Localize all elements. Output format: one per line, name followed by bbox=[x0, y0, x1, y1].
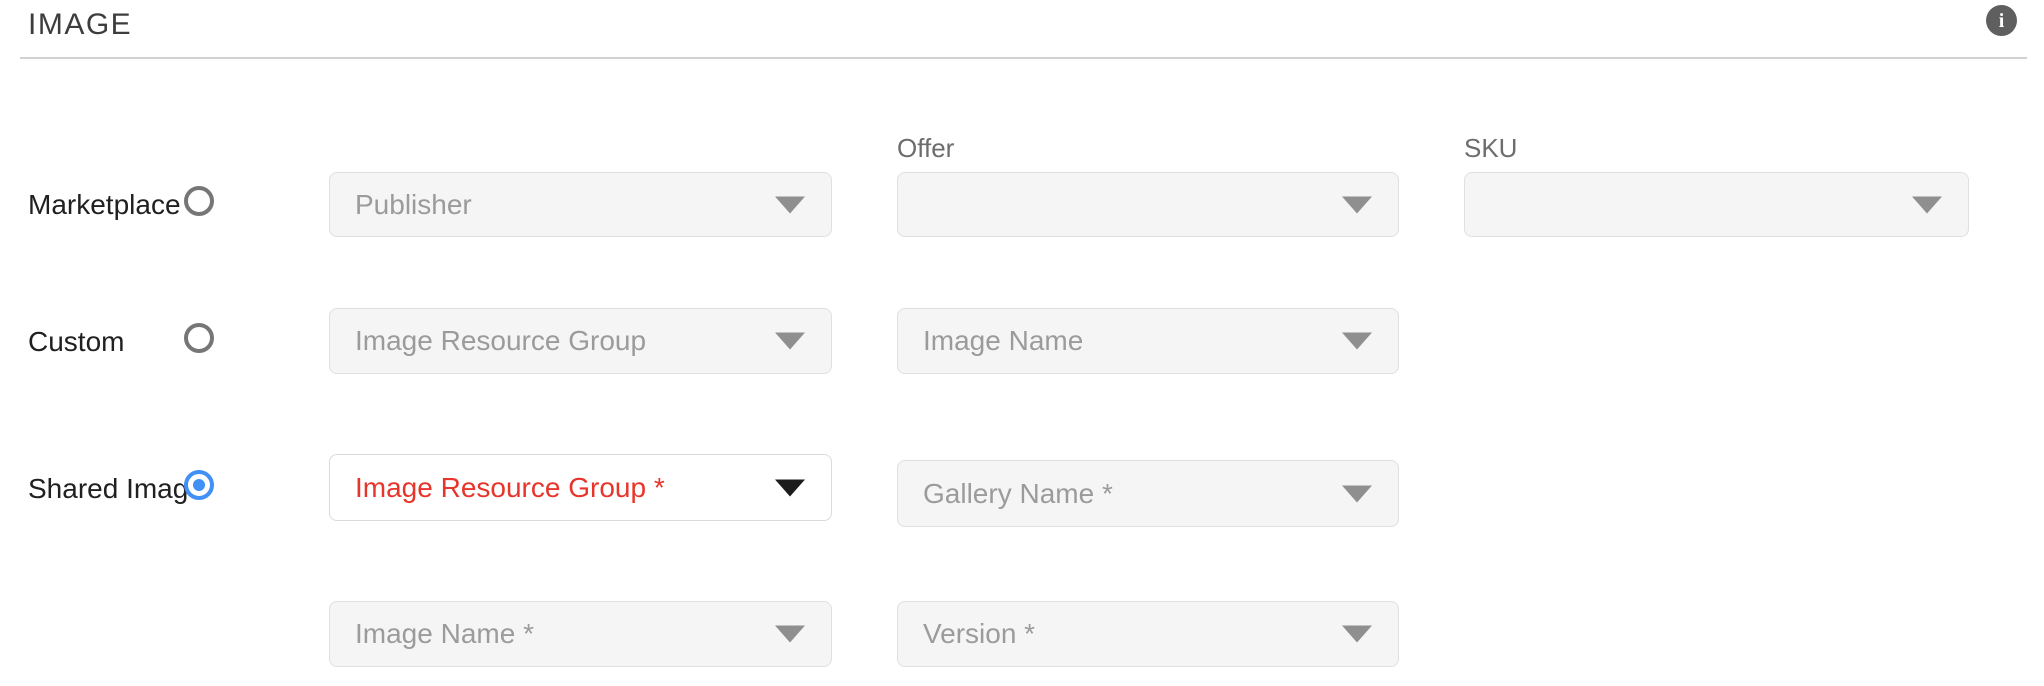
shared-image-resource-group-dropdown[interactable]: Image Resource Group * bbox=[329, 454, 832, 521]
offer-label: Offer bbox=[897, 133, 954, 163]
gallery-name-dropdown[interactable]: Gallery Name * bbox=[897, 460, 1399, 527]
custom-image-resource-group-dropdown[interactable]: Image Resource Group bbox=[329, 308, 832, 374]
version-placeholder: Version * bbox=[923, 618, 1035, 650]
info-icon-glyph: i bbox=[1999, 11, 2005, 31]
shared-image-radio-label: Shared Image bbox=[28, 474, 204, 504]
chevron-down-icon bbox=[1342, 485, 1372, 502]
chevron-down-icon bbox=[775, 479, 805, 496]
chevron-down-icon bbox=[775, 333, 805, 350]
version-dropdown[interactable]: Version * bbox=[897, 601, 1399, 667]
chevron-down-icon bbox=[775, 626, 805, 643]
page-title: IMAGE bbox=[28, 8, 132, 42]
sku-label: SKU bbox=[1464, 133, 1517, 163]
marketplace-radio[interactable] bbox=[184, 186, 214, 216]
image-section-panel: IMAGE i Marketplace Publisher Offer SKU … bbox=[0, 0, 2044, 686]
chevron-down-icon bbox=[775, 196, 805, 213]
shared-image-radio[interactable] bbox=[184, 470, 214, 500]
publisher-dropdown[interactable]: Publisher bbox=[329, 172, 832, 237]
sku-dropdown[interactable] bbox=[1464, 172, 1969, 237]
custom-radio[interactable] bbox=[184, 323, 214, 353]
section-divider bbox=[20, 57, 2027, 59]
chevron-down-icon bbox=[1342, 333, 1372, 350]
custom-image-name-dropdown[interactable]: Image Name bbox=[897, 308, 1399, 374]
info-icon[interactable]: i bbox=[1986, 5, 2017, 36]
custom-image-resource-group-placeholder: Image Resource Group bbox=[355, 325, 646, 357]
publisher-placeholder: Publisher bbox=[355, 189, 472, 221]
custom-image-name-placeholder: Image Name bbox=[923, 325, 1083, 357]
shared-image-name-dropdown[interactable]: Image Name * bbox=[329, 601, 832, 667]
chevron-down-icon bbox=[1342, 196, 1372, 213]
custom-radio-label: Custom bbox=[28, 327, 124, 357]
offer-dropdown[interactable] bbox=[897, 172, 1399, 237]
chevron-down-icon bbox=[1342, 626, 1372, 643]
marketplace-radio-label: Marketplace bbox=[28, 190, 181, 220]
chevron-down-icon bbox=[1912, 196, 1942, 213]
shared-image-name-placeholder: Image Name * bbox=[355, 618, 534, 650]
shared-image-resource-group-placeholder: Image Resource Group * bbox=[355, 472, 665, 504]
gallery-name-placeholder: Gallery Name * bbox=[923, 478, 1113, 510]
